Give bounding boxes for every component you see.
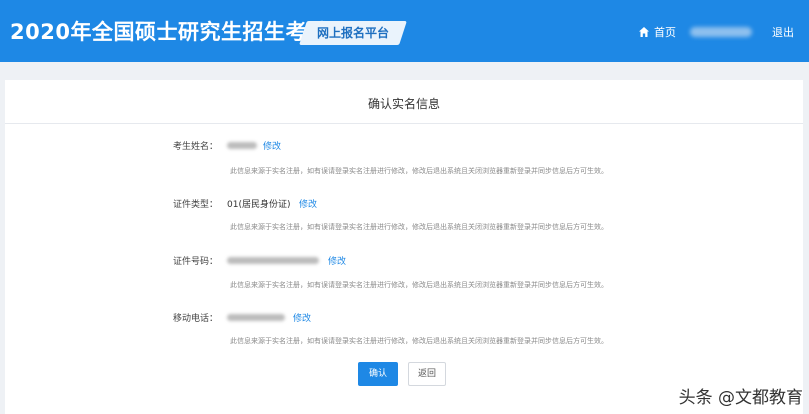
top-header: 2020年全国硕士研究生招生考试 网上报名平台 首页 退出 — [0, 0, 809, 62]
field-label-name: 考生姓名： — [173, 142, 219, 152]
nav-home-label: 首页 — [654, 26, 676, 39]
card-title: 确认实名信息 — [367, 97, 440, 111]
edit-id-type-link[interactable]: 修改 — [299, 197, 317, 210]
field-label-id-type: 证件类型： — [173, 200, 219, 210]
field-hint-id-type: 此信息来源于实名注册，如有误请登录实名注册进行修改，修改后退出系统且关闭浏览器重… — [230, 223, 608, 231]
nav-home-link[interactable]: 首页 — [638, 24, 676, 40]
confirm-button[interactable]: 确认 — [358, 362, 398, 386]
back-button[interactable]: 返回 — [408, 362, 446, 386]
home-icon — [639, 27, 649, 37]
site-title: 2020年全国硕士研究生招生考试 — [10, 20, 329, 44]
edit-id-number-link[interactable]: 修改 — [328, 254, 346, 267]
platform-badge-label: 网上报名平台 — [316, 26, 389, 40]
edit-mobile-link[interactable]: 修改 — [293, 311, 311, 324]
redacted-username — [690, 27, 752, 37]
field-label-id-number: 证件号码： — [173, 257, 219, 267]
logout-link[interactable]: 退出 — [772, 24, 794, 40]
field-value-id-type: 01(居民身份证) — [227, 200, 291, 210]
watermark-text: 头条 @文都教育 — [678, 388, 803, 408]
edit-name-link[interactable]: 修改 — [263, 139, 281, 152]
field-hint-name: 此信息来源于实名注册，如有误请登录实名注册进行修改，修改后退出系统且关闭浏览器重… — [230, 167, 608, 175]
field-label-mobile: 移动电话： — [173, 314, 219, 324]
field-hint-id-number: 此信息来源于实名注册，如有误请登录实名注册进行修改，修改后退出系统且关闭浏览器重… — [230, 281, 608, 289]
redacted-id-number-value — [227, 257, 319, 264]
redacted-mobile-value — [227, 314, 285, 321]
field-hint-mobile: 此信息来源于实名注册，如有误请登录实名注册进行修改，修改后退出系统且关闭浏览器重… — [230, 337, 608, 345]
redacted-name-value — [227, 142, 257, 149]
card-divider — [5, 123, 803, 124]
confirm-info-card: 确认实名信息 考生姓名： 修改 此信息来源于实名注册，如有误请登录实名注册进行修… — [5, 80, 803, 414]
platform-badge: 网上报名平台 — [299, 21, 407, 45]
